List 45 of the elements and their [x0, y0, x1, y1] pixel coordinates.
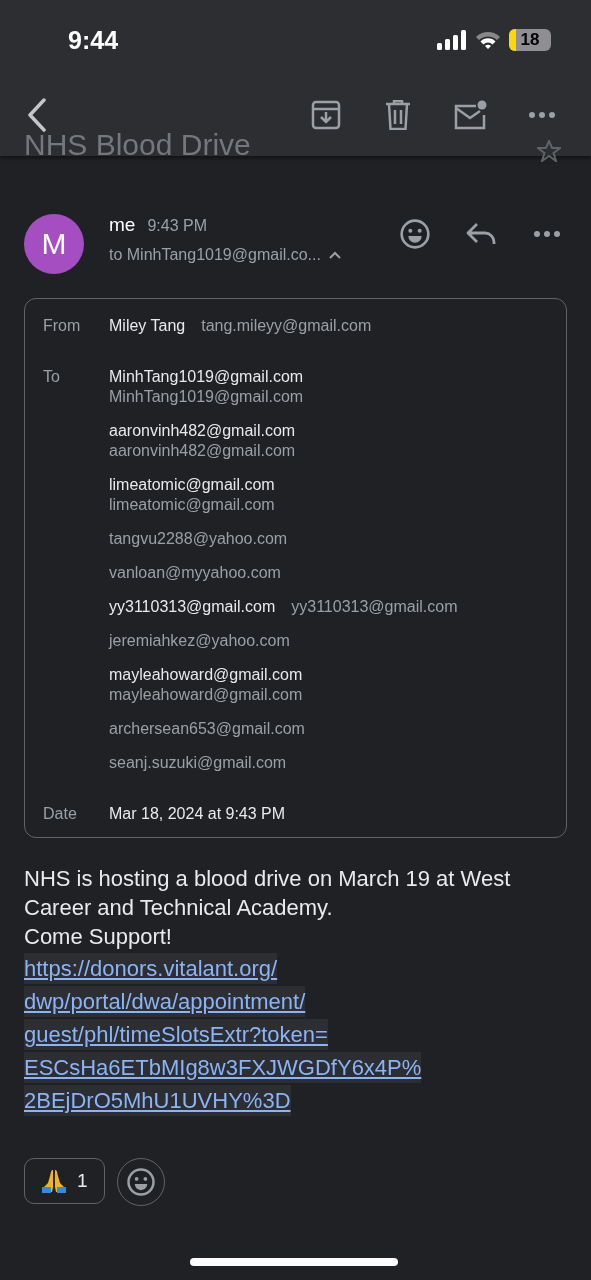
- recipients-summary[interactable]: to MinhTang1019@gmail.co...: [109, 246, 321, 264]
- recipient-name: yy3110313@gmail.com: [109, 598, 276, 616]
- emoji-icon: [125, 1167, 156, 1197]
- recipient-email: archersean653@gmail.com: [109, 720, 306, 738]
- recipient-name: limeatomic@gmail.com: [109, 476, 276, 494]
- from-name: Miley Tang: [109, 317, 186, 335]
- recipient-email: aaronvinh482@gmail.com: [109, 442, 297, 460]
- recipient-email: limeatomic@gmail.com: [109, 496, 276, 514]
- email-subject: NHS Blood Drive: [24, 128, 251, 162]
- more-icon: [534, 231, 560, 237]
- archive-icon: [311, 100, 341, 130]
- signal-icon: [437, 30, 467, 50]
- from-label: From: [43, 317, 82, 335]
- chevron-icon: [27, 98, 47, 132]
- more-icon: [529, 112, 555, 118]
- recipient-email: tangvu2288@yahoo.com: [109, 530, 289, 548]
- emoji-icon: [399, 218, 431, 250]
- sender-avatar: M: [24, 214, 84, 274]
- message-time: 9:43 PM: [147, 217, 207, 235]
- recipient-email: seanj.suzuki@gmail.com: [109, 754, 288, 772]
- battery-icon: 18: [509, 29, 551, 51]
- status-time: 9:44: [68, 25, 120, 55]
- star-icon[interactable]: [537, 140, 561, 162]
- date-label: Date: [43, 805, 78, 823]
- recipient-name: aaronvinh482@gmail.com: [109, 422, 297, 440]
- from-email: tang.mileyy@gmail.com: [201, 317, 372, 335]
- recipient-email: vanloan@myyahoo.com: [109, 564, 282, 582]
- recipient-email: yy3110313@gmail.com: [291, 598, 458, 616]
- to-label: To: [43, 368, 61, 387]
- date-value: Mar 18, 2024 at 9:43 PM: [109, 805, 287, 823]
- recipient-email: MinhTang1019@gmail.com: [109, 388, 305, 406]
- reply-icon: [466, 222, 496, 246]
- recipient-name: mayleahoward@gmail.com: [109, 666, 304, 684]
- caret-icon[interactable]: [328, 251, 341, 259]
- recipient-email: mayleahoward@gmail.com: [109, 686, 304, 704]
- sender-name: me: [109, 214, 136, 236]
- envelope-icon: [453, 100, 487, 130]
- message-body: NHS is hosting a blood drive on March 19 at West Career and Technical Academy. Come Support!: [24, 865, 512, 951]
- link[interactable]: https://donors.vitalant.org/ dwp/portal/dwa/appointment/ guest/phl/timeSlotsExtr?token= ESCsHa6ETbMIg8w3FXJWGDfY6x4P% 2BEjDrO5MhU1UVHY%3D: [24, 953, 567, 1116]
- praying-hands-icon: [41, 1168, 67, 1194]
- recipient-email: jeremiahkez@yahoo.com: [109, 632, 291, 650]
- recipient-name: MinhTang1019@gmail.com: [109, 368, 305, 386]
- reaction-chip[interactable]: 1: [24, 1158, 105, 1204]
- wifi-icon: [475, 30, 501, 50]
- trash-icon: [385, 100, 411, 130]
